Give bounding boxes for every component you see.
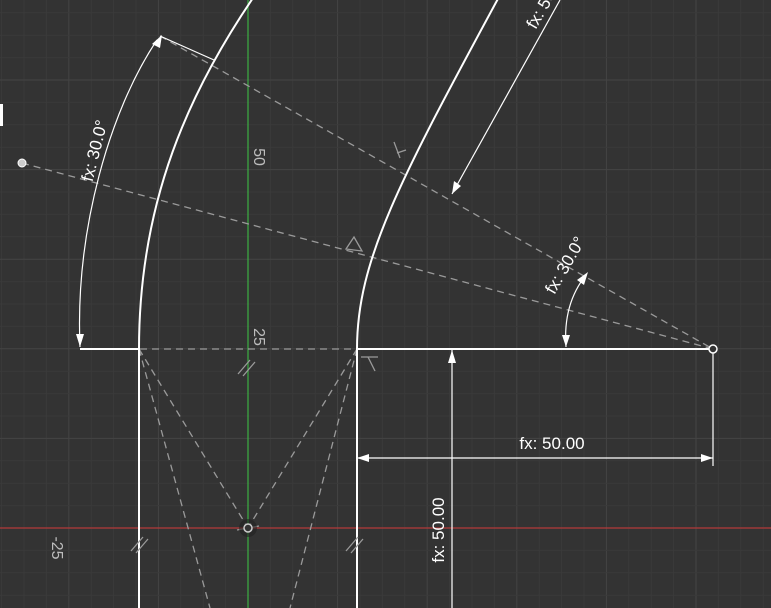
coincident-point-icon[interactable] [243,523,253,533]
construction-endpoint[interactable] [17,158,27,168]
view-edge-marker [0,104,3,126]
axis-label-y50: 50 [250,148,267,166]
axis-label-y25: 25 [250,328,267,346]
axis-label-xneg25: -25 [48,536,65,559]
dimension-label-horizontal[interactable]: fx: 50.00 [519,434,584,453]
sketch-canvas[interactable]: fx: 50.00 fx: 50.00 fx: 50 fx: 30.0° fx:… [0,0,771,608]
dimension-label-vertical[interactable]: fx: 50.00 [429,497,448,562]
center-point[interactable] [708,344,718,354]
